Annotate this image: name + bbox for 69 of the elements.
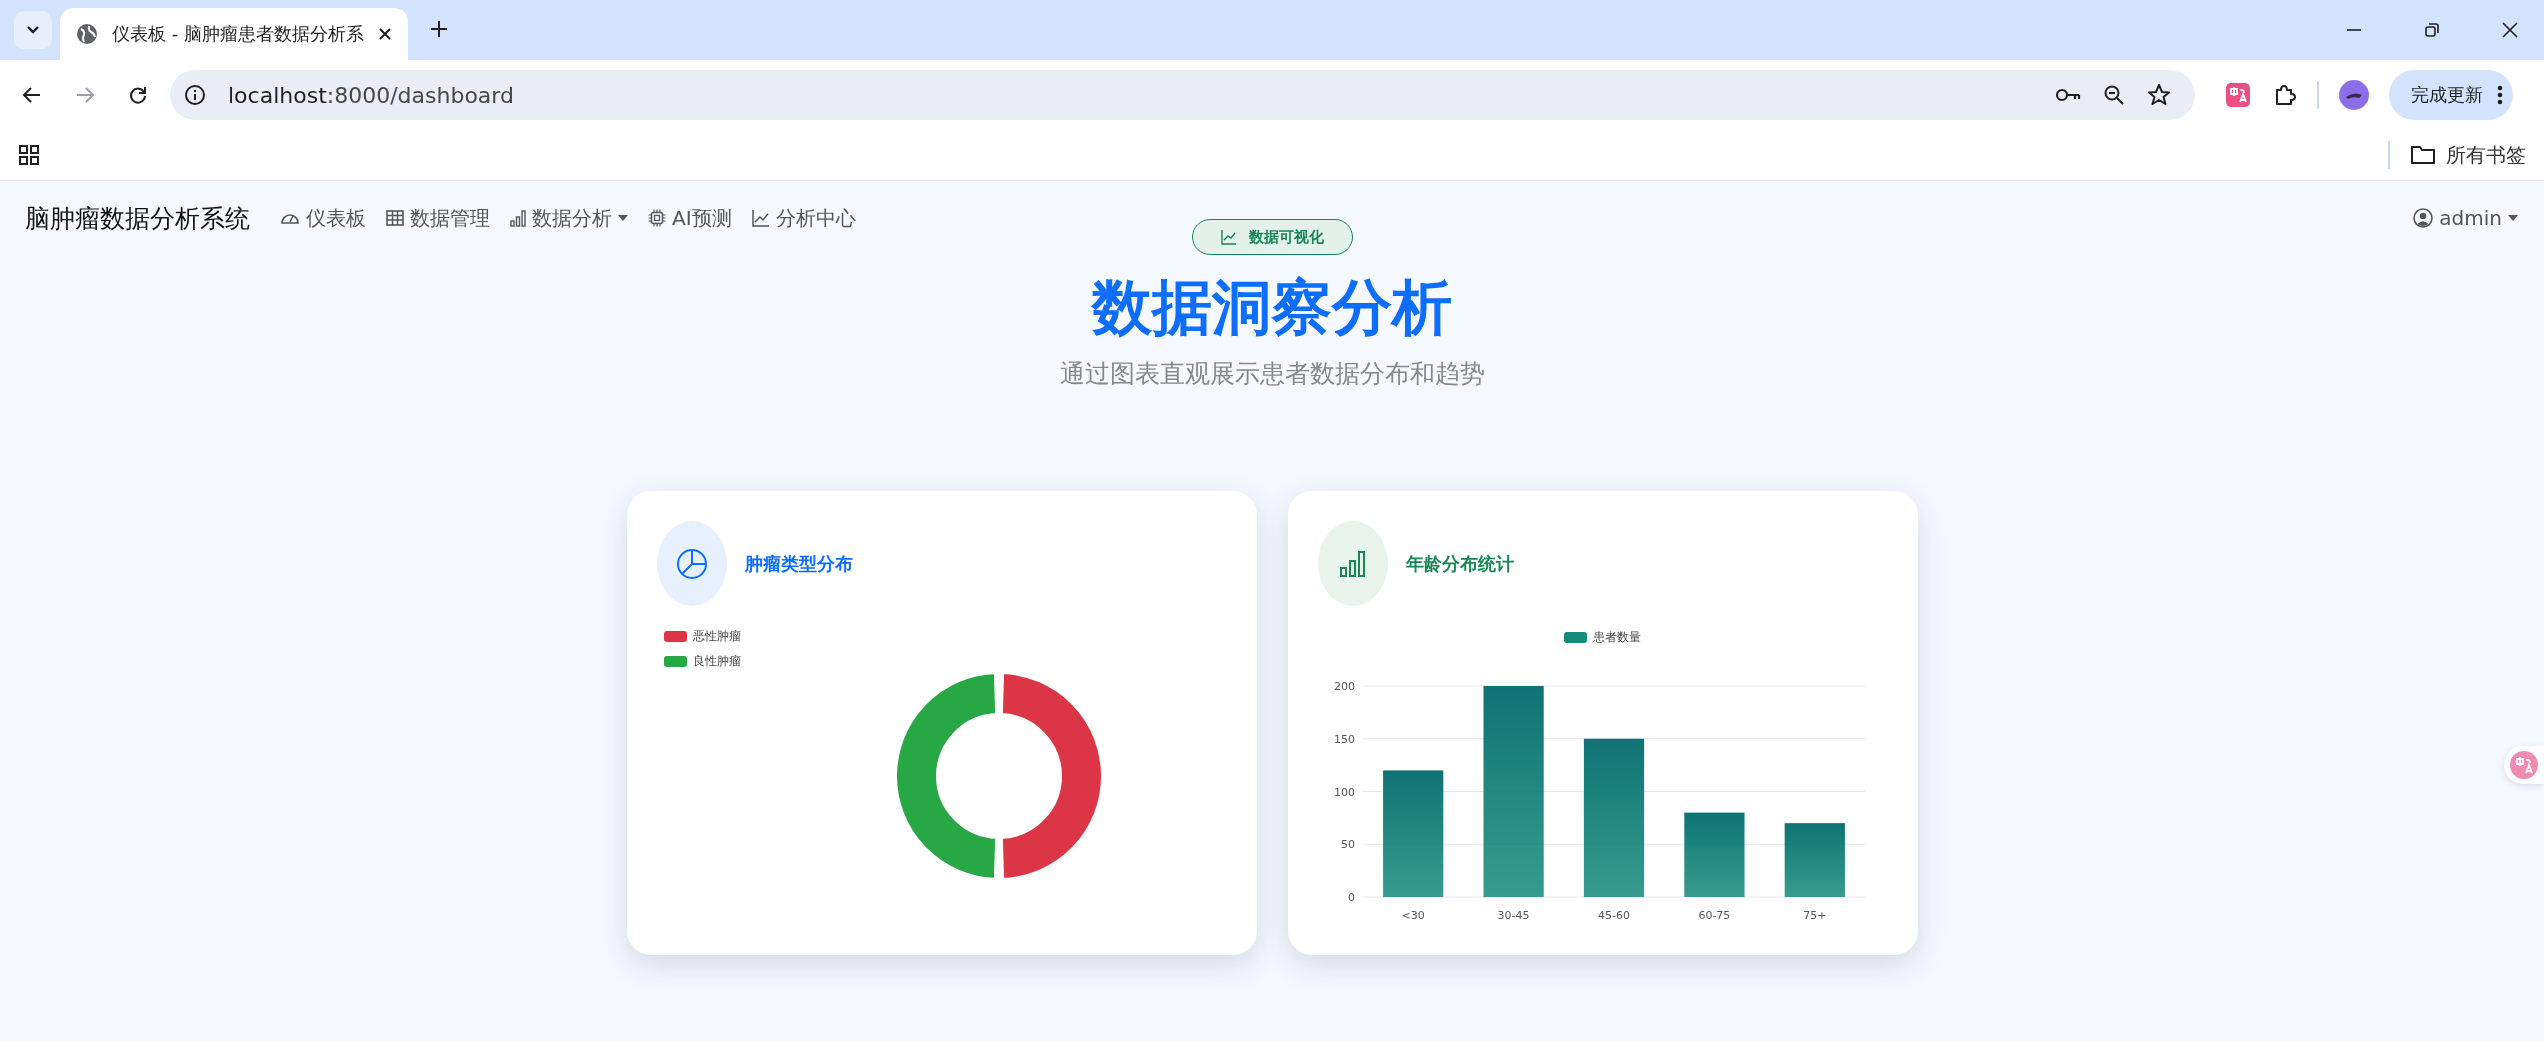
- page-subtitle: 通过图表直观展示患者数据分布和趋势: [1059, 358, 1485, 390]
- x-axis-label: <30: [1401, 909, 1425, 922]
- caret-icon: [2508, 215, 2518, 221]
- table-icon: [386, 209, 404, 227]
- key-icon[interactable]: [2055, 87, 2081, 103]
- translate-icon: [2510, 751, 2538, 779]
- legend-label: 恶性肿瘤: [692, 628, 741, 645]
- back-icon[interactable]: [22, 85, 42, 105]
- chip-icon: [648, 209, 666, 227]
- zoom-out-icon[interactable]: [2103, 84, 2125, 106]
- folder-icon: [2410, 145, 2436, 165]
- legend-item[interactable]: 良性肿瘤: [663, 653, 741, 670]
- star-icon[interactable]: [2147, 83, 2171, 107]
- card-title: 年龄分布统计: [1405, 551, 1514, 576]
- globe-icon: [76, 23, 98, 45]
- apps-grid-icon[interactable]: [18, 144, 40, 166]
- caret-icon: [618, 215, 628, 221]
- tab-title: 仪表板 - 脑肿瘤患者数据分析系: [112, 22, 364, 46]
- translate-icon[interactable]: [2225, 82, 2251, 108]
- nav-link[interactable]: 数据管理: [386, 204, 490, 232]
- line-chart-icon: [1220, 229, 1237, 245]
- pie-chart-icon: [675, 547, 708, 580]
- legend-item[interactable]: 恶性肿瘤: [663, 628, 741, 645]
- forward-icon[interactable]: [75, 85, 95, 105]
- close-icon[interactable]: [2502, 22, 2518, 38]
- y-axis-label: 0: [1347, 891, 1355, 904]
- puzzle-icon[interactable]: [2273, 83, 2297, 107]
- update-button[interactable]: 完成更新: [2389, 70, 2513, 120]
- nav-link[interactable]: 仪表板: [280, 204, 366, 232]
- browser-tab[interactable]: 仪表板 - 脑肿瘤患者数据分析系: [60, 8, 408, 60]
- legend-label: 患者数量: [1593, 629, 1641, 646]
- restore-icon[interactable]: [2424, 22, 2440, 38]
- bar[interactable]: [1583, 738, 1644, 897]
- x-axis-label: 45-60: [1597, 909, 1630, 922]
- close-icon[interactable]: [378, 27, 392, 41]
- user-menu[interactable]: admin: [2413, 206, 2518, 230]
- legend-label: 良性肿瘤: [692, 653, 741, 670]
- x-axis-label: 60-75: [1697, 909, 1730, 922]
- page-title: 数据洞察分析: [1092, 271, 1452, 344]
- bookmarks-folder-label: 所有书签: [2446, 141, 2526, 169]
- bookmarks-folder[interactable]: 所有书签: [2410, 141, 2526, 169]
- y-axis-label: 200: [1333, 680, 1355, 693]
- nav-link[interactable]: 数据分析: [510, 204, 628, 232]
- nav-link[interactable]: 分析中心: [751, 204, 856, 232]
- reload-icon[interactable]: [128, 85, 148, 105]
- badge-label: 数据可视化: [1248, 227, 1324, 247]
- line-chart-icon: [751, 209, 770, 227]
- info-icon: [184, 84, 206, 106]
- more-icon: [2497, 85, 2503, 105]
- y-axis-label: 50: [1340, 838, 1355, 852]
- avatar-icon[interactable]: [2339, 80, 2369, 110]
- brand-title[interactable]: 脑肿瘤数据分析系统: [25, 201, 250, 235]
- bar[interactable]: [1683, 812, 1744, 897]
- x-axis-label: 30-45: [1497, 909, 1530, 922]
- y-axis-label: 100: [1333, 785, 1355, 799]
- bar-chart-icon: [510, 209, 526, 227]
- nav-link[interactable]: AI预测: [648, 204, 732, 232]
- y-axis-label: 150: [1333, 732, 1355, 746]
- new-tab-icon[interactable]: [430, 20, 448, 38]
- user-circle-icon: [2413, 208, 2434, 228]
- legend-swatch: [1564, 632, 1587, 643]
- url-text: localhost:8000/dashboard: [228, 82, 514, 108]
- address-bar[interactable]: localhost:8000/dashboard: [170, 70, 2195, 120]
- x-axis-label: 75+: [1802, 909, 1826, 922]
- chevron-down-icon: [26, 25, 40, 35]
- legend-item[interactable]: 患者数量: [1564, 629, 1641, 646]
- tab-search-button[interactable]: [14, 11, 52, 49]
- card-title: 肿瘤类型分布: [744, 551, 853, 576]
- bar-chart-icon: [1338, 549, 1367, 578]
